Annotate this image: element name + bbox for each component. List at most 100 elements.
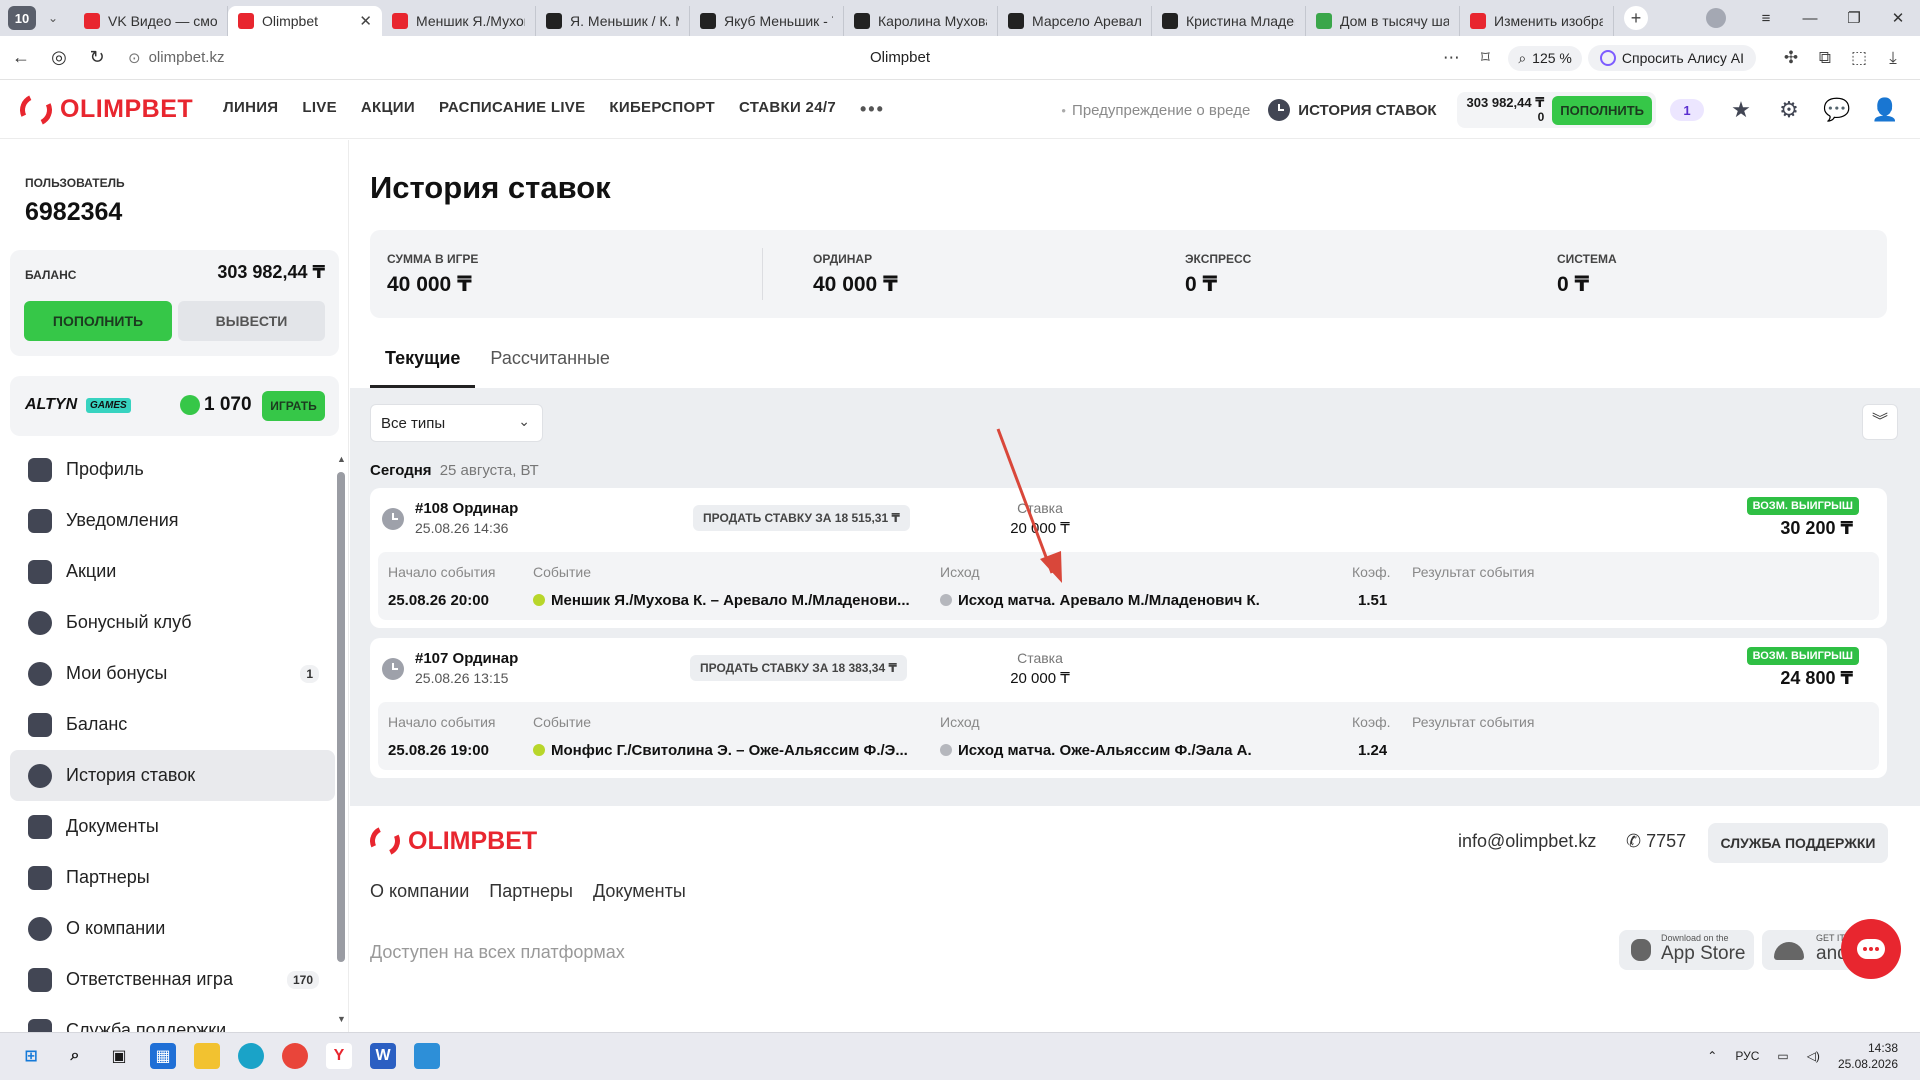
browser-tab[interactable]: Марсело Аревало (998, 6, 1152, 36)
site-info-icon[interactable]: ⊙ (128, 49, 141, 67)
tab-count-button[interactable]: 10 (8, 6, 36, 30)
user-profile-icon[interactable]: 👤 (1871, 97, 1898, 123)
scroll-down-icon[interactable]: ▼ (337, 1014, 346, 1024)
close-tab-icon[interactable]: ✕ (359, 12, 372, 30)
sidebar-item[interactable]: Профиль (10, 444, 335, 495)
sidebar-item[interactable]: Баланс (10, 699, 335, 750)
downloads-icon[interactable]: ⤓ (1876, 48, 1910, 68)
nav-item[interactable]: LIVE (302, 99, 337, 120)
event-name[interactable]: Меншик Я./Мухова К. – Аревало М./Младено… (533, 592, 933, 609)
sidebar-item[interactable]: Акции (10, 546, 335, 597)
clock[interactable]: 14:38 25.08.2026 (1838, 1040, 1898, 1072)
bookmark-icon[interactable]: ⌑ (1468, 48, 1502, 68)
scroll-up-icon[interactable]: ▲ (337, 454, 346, 464)
tab-current[interactable]: Текущие (370, 336, 476, 388)
sell-bet-button[interactable]: ПРОДАТЬ СТАВКУ ЗА 18 383,34 ₸ (690, 655, 907, 681)
sidebar-item[interactable]: Мои бонусы 1 (10, 648, 335, 699)
tab-settled[interactable]: Рассчитанные (475, 336, 625, 388)
header-deposit-button[interactable]: ПОПОЛНИТЬ (1552, 95, 1652, 125)
store-icon[interactable]: ▦ (150, 1043, 176, 1069)
close-window-button[interactable]: ✕ (1876, 9, 1920, 27)
nav-item[interactable]: ЛИНИЯ (223, 99, 278, 120)
volume-icon[interactable]: ◁) (1807, 1049, 1820, 1063)
browser-tab[interactable]: Изменить изобра (1460, 6, 1614, 36)
settings-gear-icon[interactable]: ⚙ (1776, 97, 1802, 123)
sidebar-scrollbar[interactable]: ▲ ▼ (337, 454, 346, 1024)
windows-start-icon[interactable]: ⊞ (18, 1043, 44, 1069)
protect-icon[interactable]: ◎ (42, 47, 76, 68)
chrome-icon[interactable] (282, 1043, 308, 1069)
nav-item[interactable]: СТАВКИ 24/7 (739, 99, 836, 120)
harm-warning-link[interactable]: Предупреждение о вреде (1061, 102, 1250, 119)
header-balance[interactable]: 303 982,44 ₸ 0 ПОПОЛНИТЬ (1456, 92, 1656, 128)
favorites-star-icon[interactable]: ★ (1728, 97, 1754, 123)
more-icon[interactable]: ⋯ (1434, 48, 1468, 68)
restore-button[interactable]: ❐ (1832, 9, 1876, 27)
minimize-button[interactable]: — (1788, 10, 1832, 27)
word-icon[interactable]: W (370, 1043, 396, 1069)
support-phone-link[interactable]: ✆ 7757 (1626, 831, 1686, 852)
network-icon[interactable]: ▭ (1777, 1049, 1788, 1063)
browser-tab[interactable]: Меншик Я./Мухов (382, 6, 536, 36)
browser-tab[interactable]: Якуб Меньшик - Т (690, 6, 844, 36)
sidebar-item[interactable]: Документы (10, 801, 335, 852)
new-tab-button[interactable]: + (1624, 6, 1648, 30)
sidebar-item[interactable]: История ставок (10, 750, 335, 801)
explorer-icon[interactable] (194, 1043, 220, 1069)
sell-bet-button[interactable]: ПРОДАТЬ СТАВКУ ЗА 18 515,31 ₸ (693, 505, 910, 531)
footer-link-partners[interactable]: Партнеры (489, 881, 573, 902)
sidebar-item[interactable]: Партнеры (10, 852, 335, 903)
sidebar-item[interactable]: Бонусный клуб (10, 597, 335, 648)
altyn-games-card[interactable]: ALTYN GAMES 1 070 ИГРАТЬ (10, 376, 339, 436)
event-name[interactable]: Монфис Г./Свитолина Э. – Оже-Альяссим Ф.… (533, 742, 933, 759)
support-email-link[interactable]: info@olimpbet.kz (1458, 831, 1596, 852)
sidebar-item[interactable]: Служба поддержки (10, 1005, 335, 1032)
bet-type-select[interactable]: Все типы ⌄ (370, 404, 543, 442)
collections-icon[interactable]: ⧉ (1808, 48, 1842, 68)
bet-history-link[interactable]: ИСТОРИЯ СТАВОК (1268, 99, 1437, 121)
nav-item[interactable]: РАСПИСАНИЕ LIVE (439, 99, 585, 120)
footer-link-documents[interactable]: Документы (593, 881, 686, 902)
back-arrow-icon[interactable]: ← (4, 47, 38, 68)
nav-more-button[interactable]: ••• (860, 99, 885, 120)
browser-tab[interactable]: Дом в тысячу шаг (1306, 6, 1460, 36)
withdraw-button[interactable]: ВЫВЕСТИ (178, 301, 325, 341)
language-indicator[interactable]: РУС (1735, 1049, 1759, 1063)
bet-card[interactable]: #107 Ординар 25.08.26 13:15 ПРОДАТЬ СТАВ… (370, 638, 1887, 778)
nav-item[interactable]: АКЦИИ (361, 99, 415, 120)
browser-tab[interactable]: Я. Меньшик / К. М (536, 6, 690, 36)
url-field[interactable]: ⊙ olimpbet.kz (128, 49, 688, 67)
alice-button[interactable]: Спросить Алису AI (1587, 45, 1756, 71)
browser-tab[interactable]: VK Видео — смот (74, 6, 228, 36)
task-view-icon[interactable]: ▣ (106, 1043, 132, 1069)
paint-icon[interactable] (414, 1043, 440, 1069)
chevron-down-icon[interactable]: ⌄ (40, 6, 66, 30)
zoom-indicator[interactable]: ⌕ 125 % (1508, 45, 1582, 71)
sidebar-item[interactable]: О компании (10, 903, 335, 954)
play-button[interactable]: ИГРАТЬ (262, 391, 325, 421)
browser-tab[interactable]: Olimpbet ✕ (228, 6, 382, 36)
yandex-browser-icon[interactable]: Y (326, 1043, 352, 1069)
deposit-button[interactable]: ПОПОЛНИТЬ (24, 301, 172, 341)
browser-tab[interactable]: Кристина Младен (1152, 6, 1306, 36)
edge-icon[interactable] (238, 1043, 264, 1069)
browser-tab[interactable]: Каролина Мухова (844, 6, 998, 36)
footer-link-about[interactable]: О компании (370, 881, 469, 902)
sidebar-item[interactable]: Уведомления (10, 495, 335, 546)
app-store-button[interactable]: Download on the App Store (1619, 930, 1754, 970)
vpn-icon[interactable]: ⬚ (1842, 48, 1876, 68)
chat-icon[interactable]: 💬 (1823, 97, 1850, 123)
live-chat-button[interactable] (1841, 919, 1901, 979)
tray-chevron-icon[interactable]: ⌃ (1707, 1049, 1717, 1063)
extensions-icon[interactable]: ✣ (1774, 48, 1808, 68)
sidebar-item[interactable]: Ответственная игра 170 (10, 954, 335, 1005)
nav-item[interactable]: КИБЕРСПОРТ (609, 99, 715, 120)
menu-icon[interactable]: ≡ (1744, 10, 1788, 27)
bet-card[interactable]: #108 Ординар 25.08.26 14:36 ПРОДАТЬ СТАВ… (370, 488, 1887, 628)
promo-badge[interactable]: 1 (1670, 99, 1704, 121)
olimpbet-logo[interactable]: OLIMPBET (15, 88, 193, 131)
collapse-all-button[interactable]: ︾ (1862, 404, 1898, 440)
browser-profile-icon[interactable] (1706, 8, 1726, 28)
reload-icon[interactable]: ↻ (80, 47, 114, 68)
scrollbar-thumb[interactable] (337, 472, 345, 962)
